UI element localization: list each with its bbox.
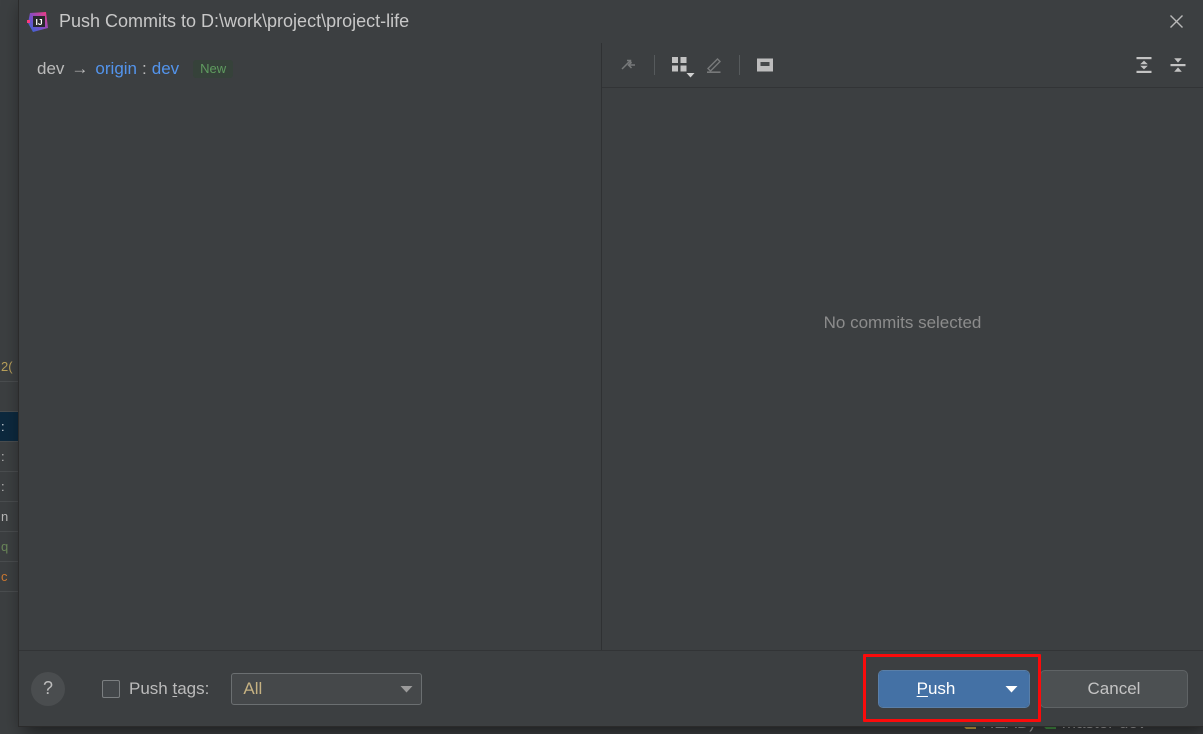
svg-text:IJ: IJ	[35, 17, 42, 27]
git-log-row[interactable]	[0, 382, 19, 412]
commit-details-pane: No commits selected	[602, 43, 1203, 650]
dialog-body: dev → origin : dev New No commits select…	[19, 43, 1203, 650]
commits-pane: dev → origin : dev New	[19, 43, 602, 650]
push-options-dropdown[interactable]	[993, 670, 1029, 707]
push-button-mnemonic: P	[916, 678, 928, 698]
group-by-icon[interactable]	[663, 50, 697, 80]
edit-source-icon[interactable]	[697, 50, 731, 80]
toolbar-separator	[739, 55, 740, 75]
git-log-row[interactable]: n	[0, 502, 19, 532]
details-content: No commits selected	[602, 88, 1203, 650]
cancel-button[interactable]: Cancel	[1041, 670, 1187, 707]
git-log-row[interactable]: :	[0, 472, 19, 502]
expand-all-icon[interactable]	[1127, 50, 1161, 80]
close-icon[interactable]	[1149, 0, 1203, 43]
arrow-icon: →	[71, 59, 89, 78]
push-commits-dialog: IJ Push Commits to D:\work\project\proje…	[19, 0, 1203, 726]
no-commits-selected-message: No commits selected	[823, 313, 982, 332]
push-tags-label-pre: Push	[129, 678, 173, 698]
help-button[interactable]: ?	[31, 671, 65, 706]
git-log-row[interactable]: :	[0, 412, 19, 442]
push-button-label-rest: ush	[927, 678, 956, 698]
spec-colon: :	[142, 59, 147, 78]
chevron-down-icon	[1005, 685, 1017, 692]
commit-list[interactable]	[19, 79, 601, 650]
target-branch-label[interactable]: dev	[152, 59, 179, 79]
source-branch-label: dev	[37, 59, 65, 78]
push-tags-label: Push tags:	[129, 679, 209, 699]
show-diff-icon[interactable]	[612, 50, 646, 80]
push-tags-checkbox[interactable]	[102, 679, 120, 698]
git-log-row[interactable]: c	[0, 562, 19, 592]
push-tags-label-post: ags:	[177, 678, 210, 698]
chevron-down-icon	[400, 680, 413, 698]
push-tags-select[interactable]: All	[231, 672, 423, 705]
push-tags-select-value: All	[243, 678, 263, 698]
git-log-panel-background[interactable]: 2(::: n q c	[0, 0, 19, 734]
git-log-row[interactable]: :	[0, 442, 19, 472]
remote-name-label[interactable]: origin	[95, 59, 137, 79]
push-button[interactable]: Push	[879, 670, 993, 707]
push-button-group: Push	[863, 653, 1041, 722]
details-toolbar	[602, 43, 1203, 88]
push-spec-row[interactable]: dev → origin : dev New	[19, 43, 601, 79]
dialog-footer: ? Push tags: All Push Cancel	[19, 650, 1203, 726]
toolbar-separator	[654, 55, 655, 75]
dialog-title-bar: IJ Push Commits to D:\work\project\proje…	[19, 0, 1203, 43]
chevron-down-icon	[686, 72, 695, 78]
git-log-row[interactable]: 2(	[0, 352, 19, 382]
new-branch-badge: New	[193, 60, 234, 78]
git-log-row[interactable]: q	[0, 532, 19, 562]
collapse-all-icon[interactable]	[1161, 50, 1195, 80]
push-tags-group: Push tags: All	[102, 672, 423, 705]
push-split-button: Push	[879, 670, 1029, 707]
dialog-title: Push Commits to D:\work\project\project-…	[59, 11, 410, 31]
git-log-rows[interactable]: 2(::: n q c	[0, 352, 19, 592]
intellij-idea-icon: IJ	[27, 11, 49, 33]
preview-panel-icon[interactable]	[748, 50, 782, 80]
